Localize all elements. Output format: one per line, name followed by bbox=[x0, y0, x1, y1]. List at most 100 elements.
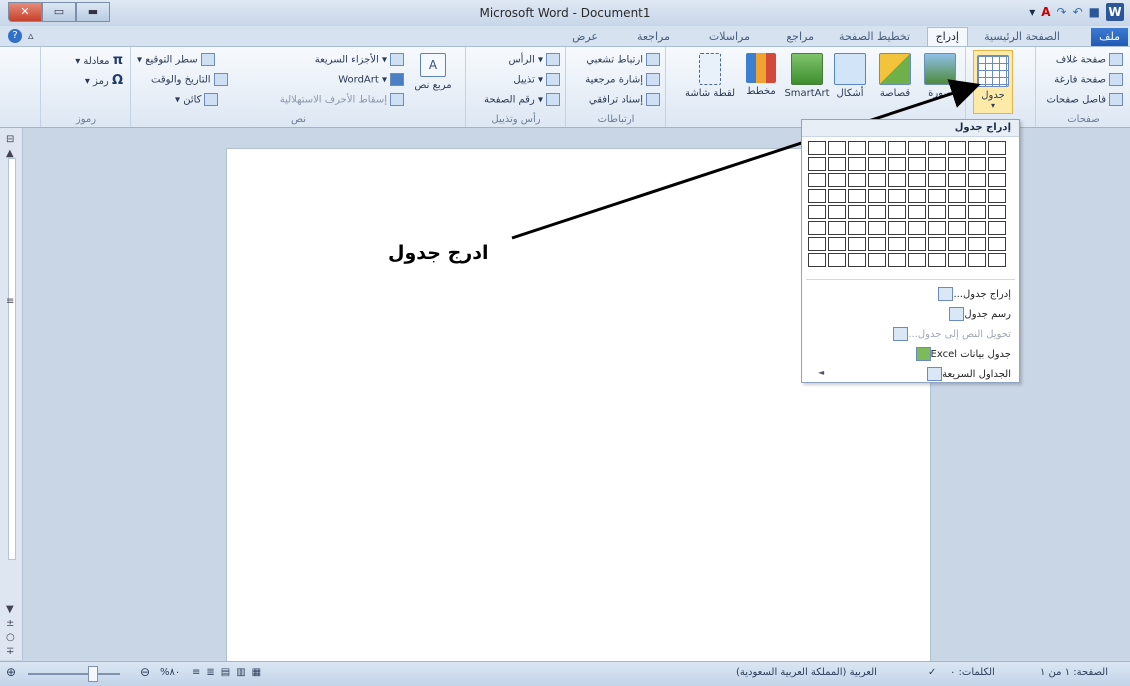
table-grid-cell[interactable] bbox=[868, 205, 886, 219]
footer-button[interactable]: تذييل ▾ bbox=[513, 73, 560, 86]
bookmark-button[interactable]: إشارة مرجعية bbox=[585, 73, 660, 86]
scroll-thumb-icon[interactable]: ≡ bbox=[6, 296, 14, 307]
table-grid-cell[interactable] bbox=[848, 237, 866, 251]
save-icon[interactable]: ■ bbox=[1089, 5, 1100, 19]
table-grid-cell[interactable] bbox=[948, 253, 966, 267]
table-grid-cell[interactable] bbox=[888, 141, 906, 155]
tab-mailings[interactable]: مراسلات bbox=[701, 28, 758, 46]
smartart-button[interactable]: SmartArt bbox=[784, 53, 830, 99]
table-grid-cell[interactable] bbox=[968, 189, 986, 203]
menu-excel-spreadsheet[interactable]: جدول بيانات Excel bbox=[906, 346, 1011, 364]
tab-review[interactable]: مراجعة bbox=[629, 28, 678, 46]
blank-page-button[interactable]: صفحة فارغة bbox=[1054, 73, 1123, 86]
tab-insert[interactable]: إدراج bbox=[926, 27, 968, 46]
table-grid-cell[interactable] bbox=[948, 157, 966, 171]
table-grid-cell[interactable] bbox=[828, 141, 846, 155]
table-grid-cell[interactable] bbox=[848, 205, 866, 219]
tab-page-layout[interactable]: تخطيط الصفحة bbox=[831, 28, 918, 46]
table-grid-cell[interactable] bbox=[848, 141, 866, 155]
scroll-down-icon[interactable]: ▼ bbox=[6, 604, 14, 615]
table-grid-cell[interactable] bbox=[908, 205, 926, 219]
table-grid-cell[interactable] bbox=[888, 205, 906, 219]
table-grid-cell[interactable] bbox=[968, 221, 986, 235]
redo-icon[interactable]: ↷ bbox=[1057, 5, 1067, 19]
table-grid-cell[interactable] bbox=[828, 173, 846, 187]
browse-object-icon[interactable]: ○ bbox=[6, 632, 15, 643]
table-grid-cell[interactable] bbox=[828, 189, 846, 203]
zoom-slider[interactable] bbox=[28, 673, 120, 675]
zoom-slider-knob[interactable] bbox=[88, 666, 98, 682]
table-grid-cell[interactable] bbox=[828, 237, 846, 251]
font-color-icon[interactable]: A bbox=[1041, 5, 1050, 19]
table-grid-cell[interactable] bbox=[848, 221, 866, 235]
table-grid-cell[interactable] bbox=[908, 253, 926, 267]
table-grid-cell[interactable] bbox=[868, 173, 886, 187]
chart-button[interactable]: مخطط bbox=[742, 53, 780, 97]
table-grid-cell[interactable] bbox=[888, 157, 906, 171]
table-grid-cell[interactable] bbox=[908, 157, 926, 171]
shapes-button[interactable]: أشكال bbox=[831, 53, 869, 99]
undo-icon[interactable]: ↶ bbox=[1073, 5, 1083, 19]
table-grid-cell[interactable] bbox=[988, 221, 1006, 235]
page-count[interactable]: الصفحة: ١ من ١ bbox=[1040, 667, 1108, 678]
table-grid-cell[interactable] bbox=[928, 141, 946, 155]
table-grid-cell[interactable] bbox=[828, 253, 846, 267]
cross-reference-button[interactable]: إسناد ترافقي bbox=[589, 93, 660, 106]
table-grid-cell[interactable] bbox=[868, 237, 886, 251]
table-grid-cell[interactable] bbox=[808, 141, 826, 155]
zoom-in-icon[interactable]: ⊕ bbox=[6, 665, 16, 679]
table-grid-cell[interactable] bbox=[888, 221, 906, 235]
table-grid-cell[interactable] bbox=[948, 221, 966, 235]
tab-home[interactable]: الصفحة الرئيسية bbox=[976, 28, 1068, 46]
table-grid-cell[interactable] bbox=[808, 237, 826, 251]
table-grid-cell[interactable] bbox=[908, 141, 926, 155]
table-grid-cell[interactable] bbox=[868, 141, 886, 155]
zoom-level[interactable]: %٨٠ bbox=[160, 667, 180, 678]
ruler-toggle-icon[interactable]: ⊟ bbox=[6, 134, 14, 145]
table-button[interactable]: جدول ▾ bbox=[973, 50, 1013, 114]
table-grid-cell[interactable] bbox=[808, 157, 826, 171]
proofing-icon[interactable]: ✓ bbox=[928, 667, 936, 678]
table-grid-cell[interactable] bbox=[928, 157, 946, 171]
table-grid-cell[interactable] bbox=[968, 205, 986, 219]
table-grid-cell[interactable] bbox=[808, 189, 826, 203]
table-grid-cell[interactable] bbox=[848, 253, 866, 267]
menu-insert-table[interactable]: إدراج جدول... bbox=[928, 286, 1011, 304]
screenshot-button[interactable]: لقطة شاشة bbox=[682, 53, 738, 99]
language-indicator[interactable]: العربية (المملكة العربية السعودية) bbox=[736, 667, 877, 678]
table-grid-cell[interactable] bbox=[908, 237, 926, 251]
tab-view[interactable]: عرض bbox=[564, 28, 606, 46]
menu-draw-table[interactable]: رسم جدول bbox=[939, 306, 1011, 324]
table-grid-cell[interactable] bbox=[968, 157, 986, 171]
table-grid-cell[interactable] bbox=[868, 253, 886, 267]
cover-page-button[interactable]: صفحة غلاف bbox=[1056, 53, 1123, 66]
minimize-ribbon-icon[interactable]: ▵ bbox=[28, 29, 34, 42]
table-size-grid[interactable] bbox=[808, 141, 1006, 267]
table-grid-cell[interactable] bbox=[988, 141, 1006, 155]
table-grid-cell[interactable] bbox=[948, 189, 966, 203]
table-grid-cell[interactable] bbox=[988, 253, 1006, 267]
table-grid-cell[interactable] bbox=[928, 221, 946, 235]
table-grid-cell[interactable] bbox=[908, 173, 926, 187]
table-grid-cell[interactable] bbox=[948, 173, 966, 187]
table-grid-cell[interactable] bbox=[988, 173, 1006, 187]
table-grid-cell[interactable] bbox=[948, 205, 966, 219]
table-grid-cell[interactable] bbox=[868, 157, 886, 171]
table-grid-cell[interactable] bbox=[968, 253, 986, 267]
quick-parts-button[interactable]: الأجزاء السريعة ▾ bbox=[315, 53, 404, 66]
table-grid-cell[interactable] bbox=[928, 205, 946, 219]
table-grid-cell[interactable] bbox=[868, 189, 886, 203]
symbol-button[interactable]: ▾ رمز Ω bbox=[85, 73, 123, 88]
table-grid-cell[interactable] bbox=[888, 237, 906, 251]
vertical-scrollbar[interactable] bbox=[8, 158, 16, 560]
table-grid-cell[interactable] bbox=[988, 189, 1006, 203]
menu-quick-tables[interactable]: الجداول السريعة bbox=[917, 366, 1011, 384]
table-grid-cell[interactable] bbox=[808, 221, 826, 235]
object-button[interactable]: ▾ كائن bbox=[175, 93, 219, 106]
table-grid-cell[interactable] bbox=[908, 189, 926, 203]
table-grid-cell[interactable] bbox=[848, 189, 866, 203]
tab-references[interactable]: مراجع bbox=[778, 28, 822, 46]
table-grid-cell[interactable] bbox=[948, 141, 966, 155]
table-grid-cell[interactable] bbox=[808, 173, 826, 187]
table-grid-cell[interactable] bbox=[888, 173, 906, 187]
